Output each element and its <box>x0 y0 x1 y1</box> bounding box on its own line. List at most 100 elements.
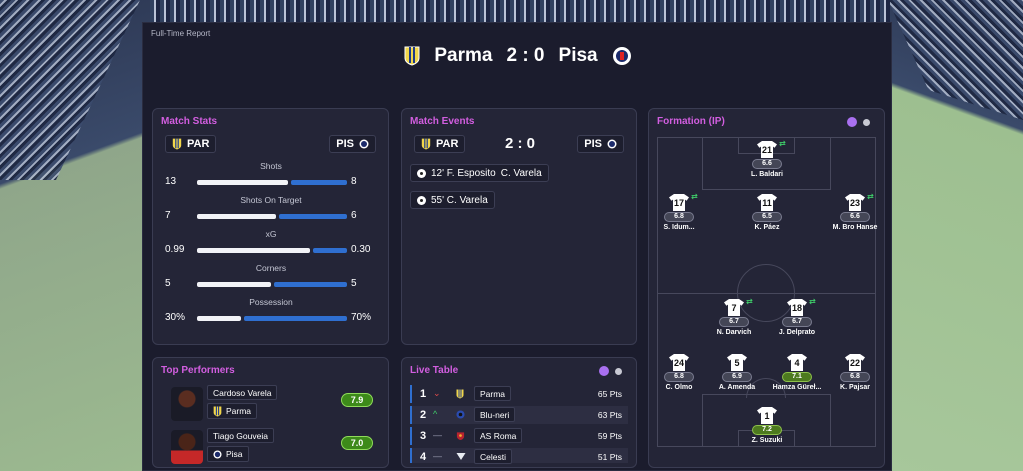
formation-player[interactable]: 4 7.1 Hamza Güreł... <box>767 354 827 391</box>
stat-away-value: 0.30 <box>351 244 371 255</box>
page-dot[interactable] <box>615 368 622 375</box>
player-name: L. Baldari <box>751 171 783 178</box>
stat-away-value: 6 <box>351 210 357 221</box>
stat-bar-away <box>274 282 347 287</box>
performer-item[interactable]: Tiago Gouveia Pisa 7.0 <box>171 428 385 468</box>
formation-card: Formation (IP) 21 ⇄ 6.6 L. Baldari 17 ⇄ 6.8 S. … <box>648 108 885 468</box>
table-team: Parma <box>474 386 512 401</box>
stat-row: 76 <box>165 210 375 222</box>
stat-bar-home <box>197 180 288 185</box>
formation-player[interactable]: 5 6.9 A. Amenda <box>707 354 767 391</box>
goal-ball-icon <box>417 168 426 178</box>
table-row[interactable]: 3 — AS Roma 59 Pts <box>410 427 628 445</box>
page-dot-active[interactable] <box>847 117 857 127</box>
stat-home-value: 7 <box>165 210 171 221</box>
top-performers-card: Top Performers Cardoso Varela Parma 7.9 … <box>152 357 389 468</box>
page-dot[interactable] <box>863 119 870 126</box>
shirt-icon: 21 <box>757 141 777 158</box>
shirt-icon: 7 <box>724 299 744 316</box>
substitution-icon: ⇄ <box>691 192 698 201</box>
formation-player[interactable]: 7 ⇄ 6.7 N. Darvich <box>704 297 764 336</box>
event-goal[interactable]: 12' F. Esposito C. Varela <box>410 164 549 182</box>
formation-player[interactable]: 22 6.8 K. Pajsar <box>825 354 885 391</box>
player-name: Z. Suzuki <box>751 437 783 444</box>
team-badge-icon <box>456 410 465 421</box>
player-rating: 7.2 <box>752 425 782 435</box>
performer-team: Pisa <box>207 446 249 462</box>
event-goal[interactable]: 55' C. Varela <box>410 191 495 209</box>
stat-label: Corners <box>255 263 287 273</box>
performer-item[interactable]: Cardoso Varela Parma 7.9 <box>171 385 385 425</box>
substitution-icon: ⇄ <box>867 192 874 201</box>
stat-bar-away <box>313 248 347 253</box>
no-change-icon: — <box>433 451 442 461</box>
formation-title: Formation (IP) <box>657 116 725 127</box>
stadium-stand-top <box>150 0 890 22</box>
away-team-name: Pisa <box>558 45 598 66</box>
away-team-pill: PIS <box>329 135 376 153</box>
stat-home-value: 30% <box>165 312 186 323</box>
performer-rating: 7.0 <box>341 436 373 450</box>
player-rating: 6.5 <box>752 212 782 222</box>
table-position: 4 <box>420 451 427 463</box>
table-row[interactable]: 1 ⌄ Parma 65 Pts <box>410 385 628 403</box>
shirt-icon: 5 <box>727 354 747 371</box>
stat-away-value: 5 <box>351 278 357 289</box>
parma-crest-icon <box>213 406 222 416</box>
shirt-icon: 17 <box>669 194 689 211</box>
pisa-crest-icon <box>612 46 632 66</box>
stat-away-value: 70% <box>351 312 372 323</box>
goal-ball-icon <box>417 195 426 205</box>
player-rating: 6.6 <box>752 159 782 169</box>
parma-crest-icon <box>172 138 182 150</box>
stat-home-value: 13 <box>165 176 177 187</box>
performer-team: Parma <box>207 403 258 419</box>
formation-player[interactable]: 21 ⇄ 6.6 L. Baldari <box>737 139 797 178</box>
pisa-crest-icon <box>359 139 369 149</box>
player-rating: 6.8 <box>840 372 870 382</box>
pitch-diagram <box>657 137 876 447</box>
substitution-icon: ⇄ <box>746 297 753 306</box>
player-name: C. Olmo <box>665 384 693 391</box>
page-dot-active[interactable] <box>599 366 609 376</box>
formation-player[interactable]: 17 ⇄ 6.8 S. Idum... <box>649 192 709 231</box>
formation-player[interactable]: 11 6.5 K. Páez <box>737 194 797 231</box>
table-points: 65 Pts <box>597 389 622 399</box>
stat-home-value: 5 <box>165 278 171 289</box>
top-performers-title: Top Performers <box>161 365 235 376</box>
formation-player[interactable]: 23 ⇄ 6.6 M. Bro Hanse <box>825 192 885 231</box>
stat-bar-home <box>197 282 271 287</box>
player-name: J. Delprato <box>778 329 816 336</box>
full-time-report-panel: Full-Time Report Parma 2 : 0 Pisa Match … <box>142 22 892 471</box>
final-score: 2 : 0 <box>506 45 545 66</box>
away-team-pill: PIS <box>577 135 624 153</box>
stat-away-value: 8 <box>351 176 357 187</box>
stat-label: Shots <box>260 161 282 171</box>
player-rating: 6.6 <box>840 212 870 222</box>
team-badge-icon <box>456 431 465 443</box>
home-abbr: PAR <box>187 138 210 150</box>
live-table-title: Live Table <box>410 365 459 376</box>
stat-row: 13 8 <box>165 176 375 188</box>
table-row[interactable]: 2 ^ Blu-neri 63 Pts <box>410 406 628 424</box>
match-events-card: Match Events PAR 2 : 0 PIS 12' F. Esposi… <box>401 108 637 345</box>
player-name: M. Bro Hanse <box>832 224 878 231</box>
avatar <box>171 387 203 421</box>
shirt-icon: 24 <box>669 354 689 371</box>
formation-player[interactable]: 24 6.8 C. Olmo <box>649 354 709 391</box>
formation-player[interactable]: 1 7.2 Z. Suzuki <box>737 407 797 444</box>
shirt-icon: 23 <box>845 194 865 211</box>
table-position: 1 <box>420 388 427 400</box>
performer-rating: 7.9 <box>341 393 373 407</box>
table-points: 59 Pts <box>597 431 622 441</box>
player-rating: 6.9 <box>722 372 752 382</box>
team-badge-icon <box>456 389 464 401</box>
stat-bar-home <box>197 214 276 219</box>
formation-player[interactable]: 18 ⇄ 6.7 J. Delprato <box>767 297 827 336</box>
stat-row: 55 <box>165 278 375 290</box>
shirt-icon: 4 <box>787 354 807 371</box>
player-name: N. Darvich <box>716 329 752 336</box>
table-row[interactable]: 4 — Celesti 51 Pts <box>410 448 628 464</box>
substitution-icon: ⇄ <box>779 139 786 148</box>
pisa-crest-icon <box>213 449 222 459</box>
